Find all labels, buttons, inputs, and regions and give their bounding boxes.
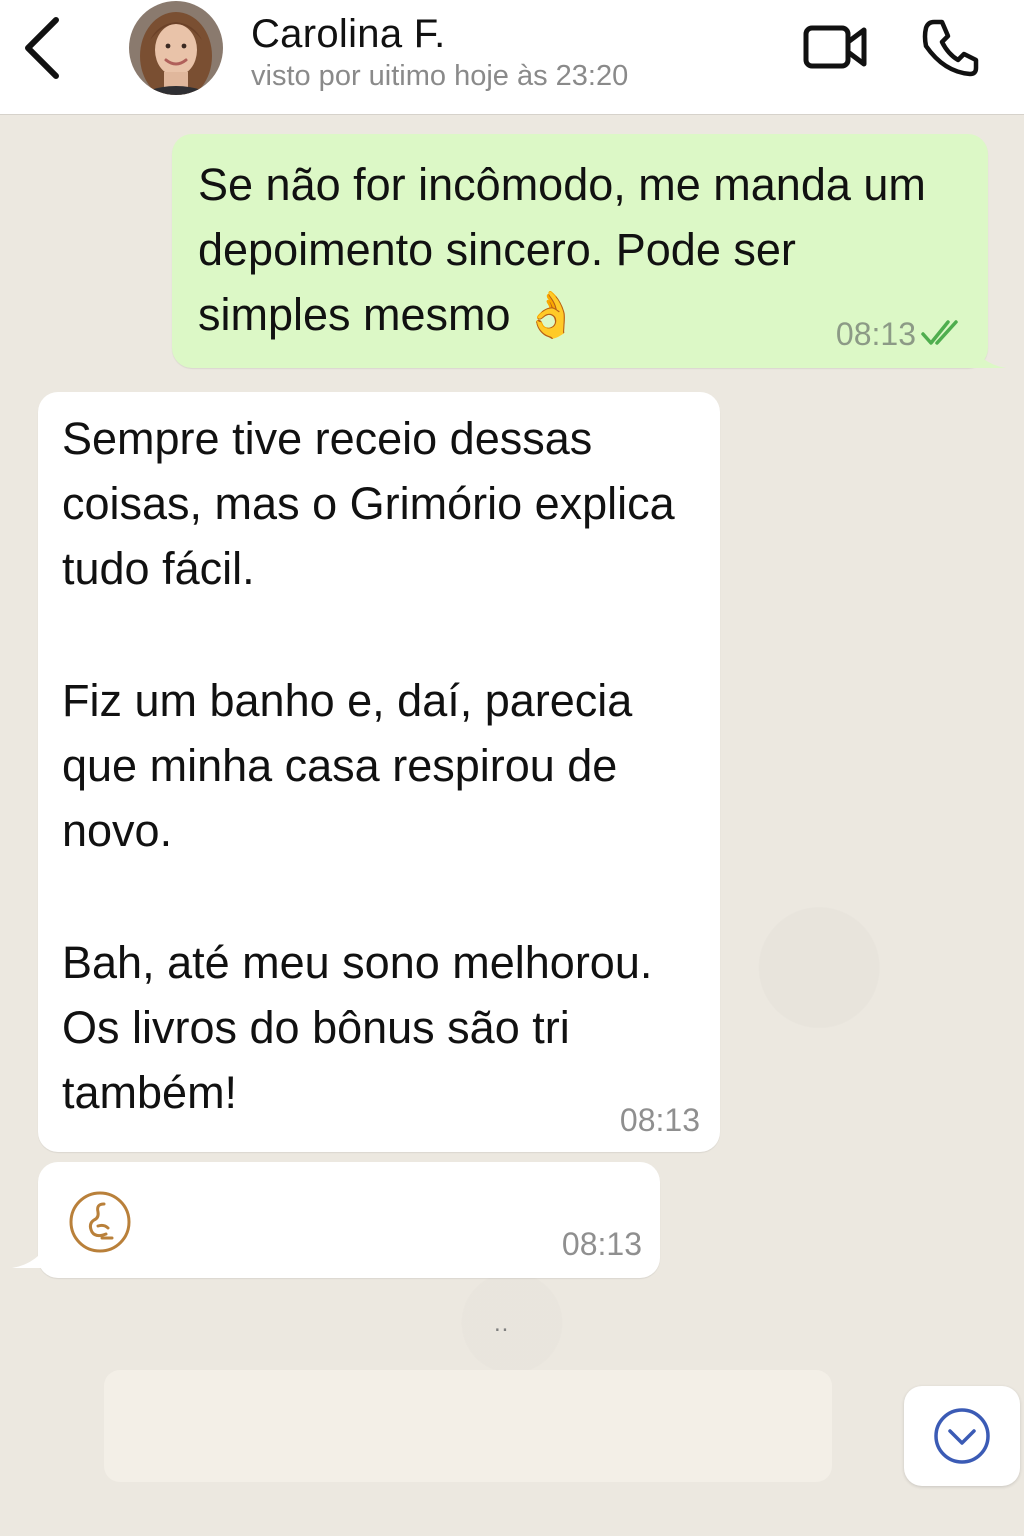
phone-icon [922, 19, 979, 77]
message-paragraph: Sempre tive receio dessas coisas, mas o … [62, 413, 675, 594]
bubble-tail [966, 338, 1006, 368]
audio-logo-icon[interactable] [68, 1190, 132, 1254]
message-time: 08:13 [561, 1226, 642, 1262]
message-time: 08:13 [835, 316, 916, 352]
chevron-left-icon [25, 17, 59, 79]
incoming-message[interactable]: Sempre tive receio dessas coisas, mas o … [38, 392, 720, 1152]
last-seen-status: visto por uitimo hoje às 23:20 [251, 60, 629, 92]
double-check-icon [921, 320, 958, 345]
video-call-button[interactable] [800, 18, 870, 74]
incoming-audio-message[interactable]: 08:13 [12, 1162, 660, 1278]
back-button[interactable] [18, 16, 68, 80]
avatar[interactable] [128, 0, 224, 96]
message-input-area[interactable] [104, 1370, 832, 1482]
contact-name[interactable]: Carolina F. [251, 12, 446, 57]
bubble-tail [12, 1238, 52, 1268]
chevron-down-circle-icon [934, 1408, 990, 1464]
chat-header: Carolina F. visto por uitimo hoje às 23:… [0, 0, 1024, 115]
voice-call-button[interactable] [918, 14, 984, 78]
scroll-to-bottom-button[interactable] [904, 1386, 1020, 1486]
outgoing-message[interactable]: Se não for incômodo, me manda um depoime… [172, 134, 1006, 368]
message-paragraph: Bah, até meu sono melhorou. Os livros do… [62, 937, 653, 1118]
video-camera-icon [803, 25, 867, 69]
message-paragraph: Fiz um banho e, daí, parecia que minha c… [62, 675, 633, 856]
message-time: 08:13 [619, 1102, 700, 1138]
typing-indicator: .. [494, 1310, 510, 1337]
